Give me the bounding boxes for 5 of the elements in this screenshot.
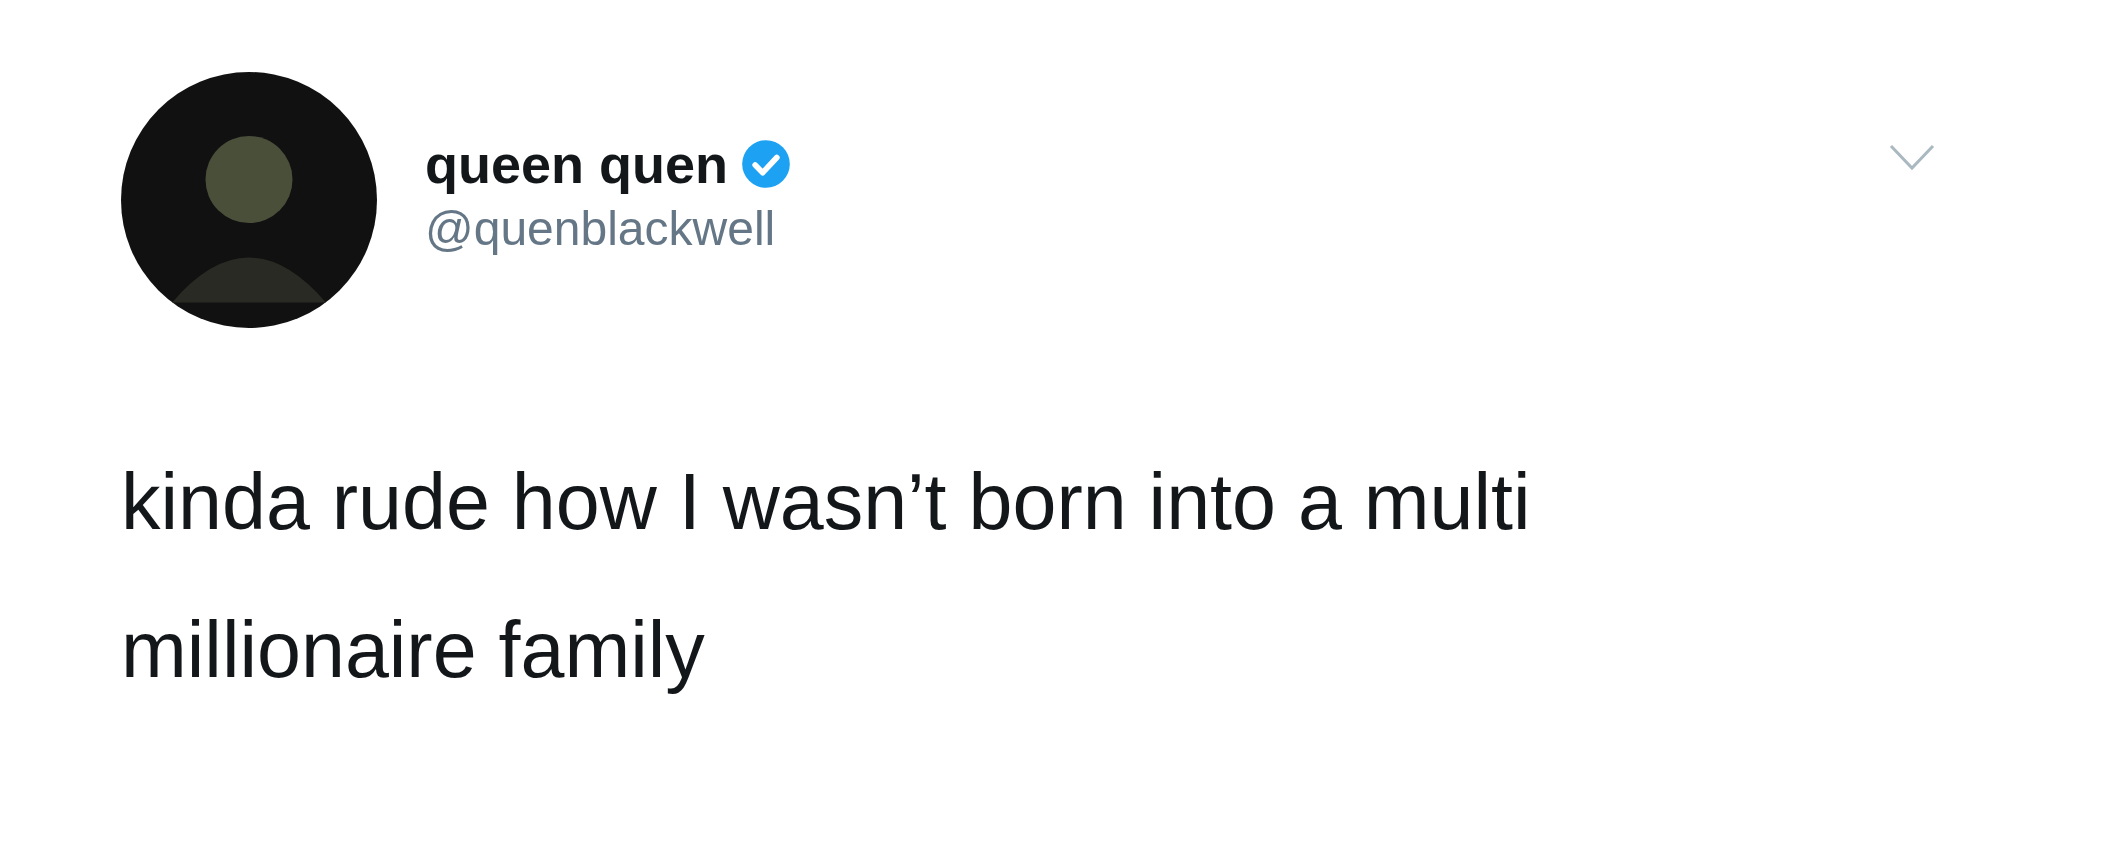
- tweet-text: kinda rude how I wasn’t born into a multi: [121, 456, 1532, 548]
- display-name: queen quen: [425, 132, 728, 195]
- user-handle: @quenblackwell: [425, 200, 777, 256]
- tweet-text: millionaire family: [121, 604, 706, 696]
- chevron-down-icon[interactable]: [1888, 142, 1936, 172]
